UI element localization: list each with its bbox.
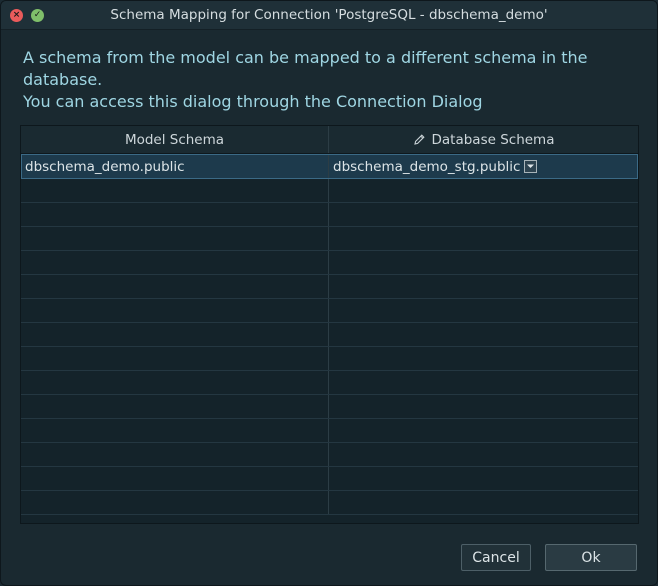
model-schema-value: dbschema_demo.public bbox=[25, 158, 185, 175]
window-title: Schema Mapping for Connection 'PostgreSQ… bbox=[110, 7, 548, 23]
empty-cell[interactable] bbox=[329, 419, 638, 442]
empty-table-row[interactable] bbox=[21, 275, 638, 299]
dialog-buttons: Cancel Ok bbox=[461, 544, 637, 571]
empty-cell[interactable] bbox=[329, 347, 638, 370]
title-bar: × ✓ Schema Mapping for Connection 'Postg… bbox=[1, 1, 657, 30]
empty-table-row[interactable] bbox=[21, 299, 638, 323]
empty-table-row[interactable] bbox=[21, 203, 638, 227]
empty-cell[interactable] bbox=[21, 371, 329, 394]
empty-cell[interactable] bbox=[21, 323, 329, 346]
database-schema-value: dbschema_demo_stg.public bbox=[333, 158, 521, 175]
empty-cell[interactable] bbox=[21, 347, 329, 370]
empty-table-row[interactable] bbox=[21, 395, 638, 419]
empty-table-row[interactable] bbox=[21, 227, 638, 251]
table-header: Model Schema Database Schema bbox=[21, 126, 638, 154]
empty-table-row[interactable] bbox=[21, 251, 638, 275]
empty-cell[interactable] bbox=[21, 251, 329, 274]
empty-cell[interactable] bbox=[329, 275, 638, 298]
database-schema-dropdown-button[interactable] bbox=[524, 160, 538, 173]
empty-cell[interactable] bbox=[21, 395, 329, 418]
empty-cell[interactable] bbox=[329, 443, 638, 466]
table-row[interactable]: dbschema_demo.public dbschema_demo_stg.p… bbox=[21, 154, 638, 179]
empty-table-row[interactable] bbox=[21, 491, 638, 515]
empty-cell[interactable] bbox=[329, 251, 638, 274]
ok-button[interactable]: Ok bbox=[545, 544, 637, 571]
empty-cell[interactable] bbox=[21, 179, 329, 202]
empty-table-row[interactable] bbox=[21, 347, 638, 371]
chevron-down-icon bbox=[527, 164, 535, 168]
database-schema-cell[interactable]: dbschema_demo_stg.public bbox=[329, 155, 637, 178]
empty-cell[interactable] bbox=[21, 467, 329, 490]
empty-cell[interactable] bbox=[329, 203, 638, 226]
empty-cell[interactable] bbox=[21, 275, 329, 298]
empty-cell[interactable] bbox=[21, 491, 329, 514]
description-line-1: A schema from the model can be mapped to… bbox=[23, 48, 588, 89]
description-line-2: You can access this dialog through the C… bbox=[23, 92, 483, 111]
column-header-database-schema[interactable]: Database Schema bbox=[329, 126, 638, 153]
empty-cell[interactable] bbox=[329, 323, 638, 346]
empty-cell[interactable] bbox=[329, 467, 638, 490]
empty-cell[interactable] bbox=[329, 299, 638, 322]
empty-cell[interactable] bbox=[21, 443, 329, 466]
empty-table-row[interactable] bbox=[21, 419, 638, 443]
column-header-model-schema[interactable]: Model Schema bbox=[21, 126, 329, 153]
empty-cell[interactable] bbox=[21, 227, 329, 250]
dialog-description: A schema from the model can be mapped to… bbox=[23, 47, 653, 113]
empty-table-row[interactable] bbox=[21, 323, 638, 347]
empty-cell[interactable] bbox=[329, 227, 638, 250]
empty-table-row[interactable] bbox=[21, 467, 638, 491]
pencil-icon bbox=[413, 133, 426, 146]
model-schema-cell[interactable]: dbschema_demo.public bbox=[22, 155, 329, 178]
empty-cell[interactable] bbox=[329, 179, 638, 202]
empty-cell[interactable] bbox=[21, 299, 329, 322]
empty-table-row[interactable] bbox=[21, 179, 638, 203]
cancel-button[interactable]: Cancel bbox=[461, 544, 531, 571]
schema-mapping-dialog: × ✓ Schema Mapping for Connection 'Postg… bbox=[0, 0, 658, 586]
schema-mapping-table: Model Schema Database Schema dbschema_de… bbox=[20, 125, 639, 524]
empty-table-row[interactable] bbox=[21, 443, 638, 467]
empty-cell[interactable] bbox=[21, 419, 329, 442]
column-header-label: Model Schema bbox=[124, 131, 225, 148]
empty-cell[interactable] bbox=[329, 371, 638, 394]
empty-cell[interactable] bbox=[21, 203, 329, 226]
empty-cell[interactable] bbox=[329, 491, 638, 514]
column-header-label: Database Schema bbox=[431, 131, 555, 148]
empty-cell[interactable] bbox=[329, 395, 638, 418]
empty-table-row[interactable] bbox=[21, 371, 638, 395]
table-body: dbschema_demo.public dbschema_demo_stg.p… bbox=[21, 154, 638, 515]
